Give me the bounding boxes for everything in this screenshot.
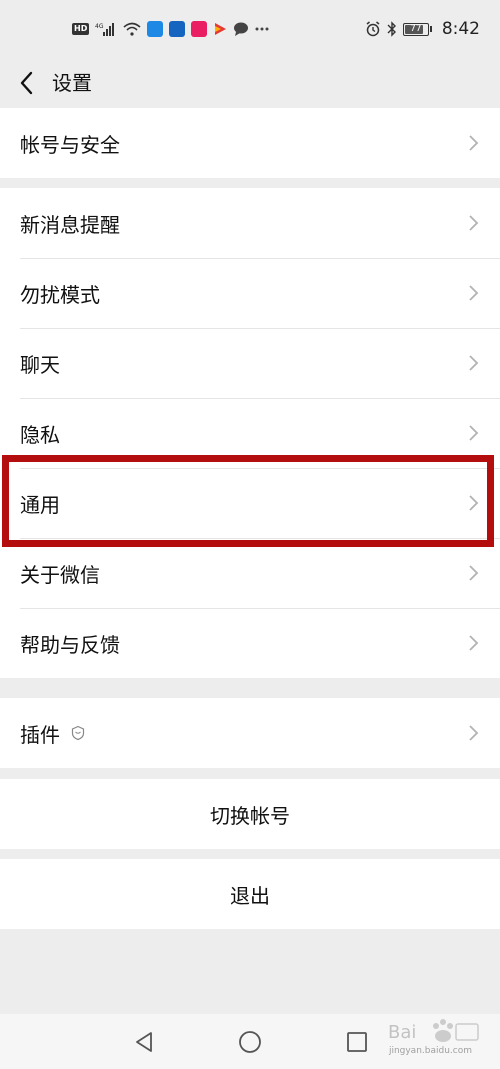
nav-back-icon[interactable] xyxy=(132,1030,156,1054)
app-notification-icon xyxy=(191,21,208,37)
nav-recents-icon[interactable] xyxy=(345,1030,369,1054)
settings-item-label: 帮助与反馈 xyxy=(20,632,120,657)
settings-item-help-feedback[interactable]: 帮助与反馈 xyxy=(0,608,500,678)
chevron-right-icon xyxy=(469,425,479,441)
plugin-badge-icon xyxy=(71,725,85,741)
nav-bar: 设置 xyxy=(0,58,500,108)
status-icons-left: HD 4G xyxy=(72,21,269,37)
chevron-right-icon xyxy=(469,635,479,651)
clock-time: 8:42 xyxy=(441,19,480,39)
chevron-right-icon xyxy=(469,355,479,371)
chevron-right-icon xyxy=(469,495,479,511)
settings-group-main: 新消息提醒 勿扰模式 聊天 隐私 通用 关于微信 帮助与反馈 xyxy=(0,188,500,678)
hd-icon: HD xyxy=(72,23,90,35)
chat-bubble-icon xyxy=(233,22,249,36)
switch-account-label: 切换帐号 xyxy=(210,803,290,828)
chevron-right-icon xyxy=(469,725,479,741)
settings-item-privacy[interactable]: 隐私 xyxy=(0,398,500,468)
svg-text:Bai: Bai xyxy=(388,1022,416,1043)
logout-button[interactable]: 退出 xyxy=(0,859,500,929)
settings-item-do-not-disturb[interactable]: 勿扰模式 xyxy=(0,258,500,328)
watermark-url: jingyan.baidu.com xyxy=(388,1046,472,1056)
battery-level: 77 xyxy=(410,24,422,34)
wifi-icon xyxy=(123,22,141,36)
more-icon xyxy=(255,27,269,31)
alarm-icon xyxy=(365,21,381,37)
settings-item-label: 关于微信 xyxy=(20,562,100,587)
settings-item-label: 隐私 xyxy=(20,422,60,447)
chevron-right-icon xyxy=(469,565,479,581)
settings-item-chat[interactable]: 聊天 xyxy=(0,328,500,398)
bluetooth-icon xyxy=(387,21,397,37)
back-arrow-icon[interactable] xyxy=(16,68,40,98)
settings-item-plugins[interactable]: 插件 xyxy=(0,698,500,768)
settings-item-label: 通用 xyxy=(20,492,60,517)
settings-item-about[interactable]: 关于微信 xyxy=(0,538,500,608)
app-notification-icon xyxy=(169,21,186,37)
logout-label: 退出 xyxy=(230,883,270,908)
play-icon xyxy=(213,22,227,36)
chevron-right-icon xyxy=(469,215,479,231)
svg-text:4G: 4G xyxy=(95,23,104,30)
settings-item-account-security[interactable]: 帐号与安全 xyxy=(0,108,500,178)
switch-account-button[interactable]: 切换帐号 xyxy=(0,779,500,849)
battery-icon: 77 xyxy=(402,22,432,36)
app-notification-icon xyxy=(147,21,164,37)
settings-item-label: 新消息提醒 xyxy=(20,212,120,237)
settings-item-new-message-alerts[interactable]: 新消息提醒 xyxy=(0,188,500,258)
status-icons-right: 77 8:42 xyxy=(365,19,480,39)
chevron-right-icon xyxy=(469,135,479,151)
settings-group-account: 帐号与安全 xyxy=(0,108,500,178)
status-bar: HD 4G 77 8:42 xyxy=(0,0,500,58)
settings-item-general[interactable]: 通用 xyxy=(0,468,500,538)
settings-item-label: 插件 xyxy=(20,722,60,747)
chevron-right-icon xyxy=(469,285,479,301)
settings-group-plugins: 插件 xyxy=(0,698,500,768)
settings-item-label: 勿扰模式 xyxy=(20,282,100,307)
page-title: 设置 xyxy=(52,71,92,95)
signal-icon: 4G xyxy=(95,22,117,36)
settings-item-label: 帐号与安全 xyxy=(20,132,120,157)
nav-home-icon[interactable] xyxy=(238,1030,262,1054)
settings-item-label: 聊天 xyxy=(20,352,60,377)
